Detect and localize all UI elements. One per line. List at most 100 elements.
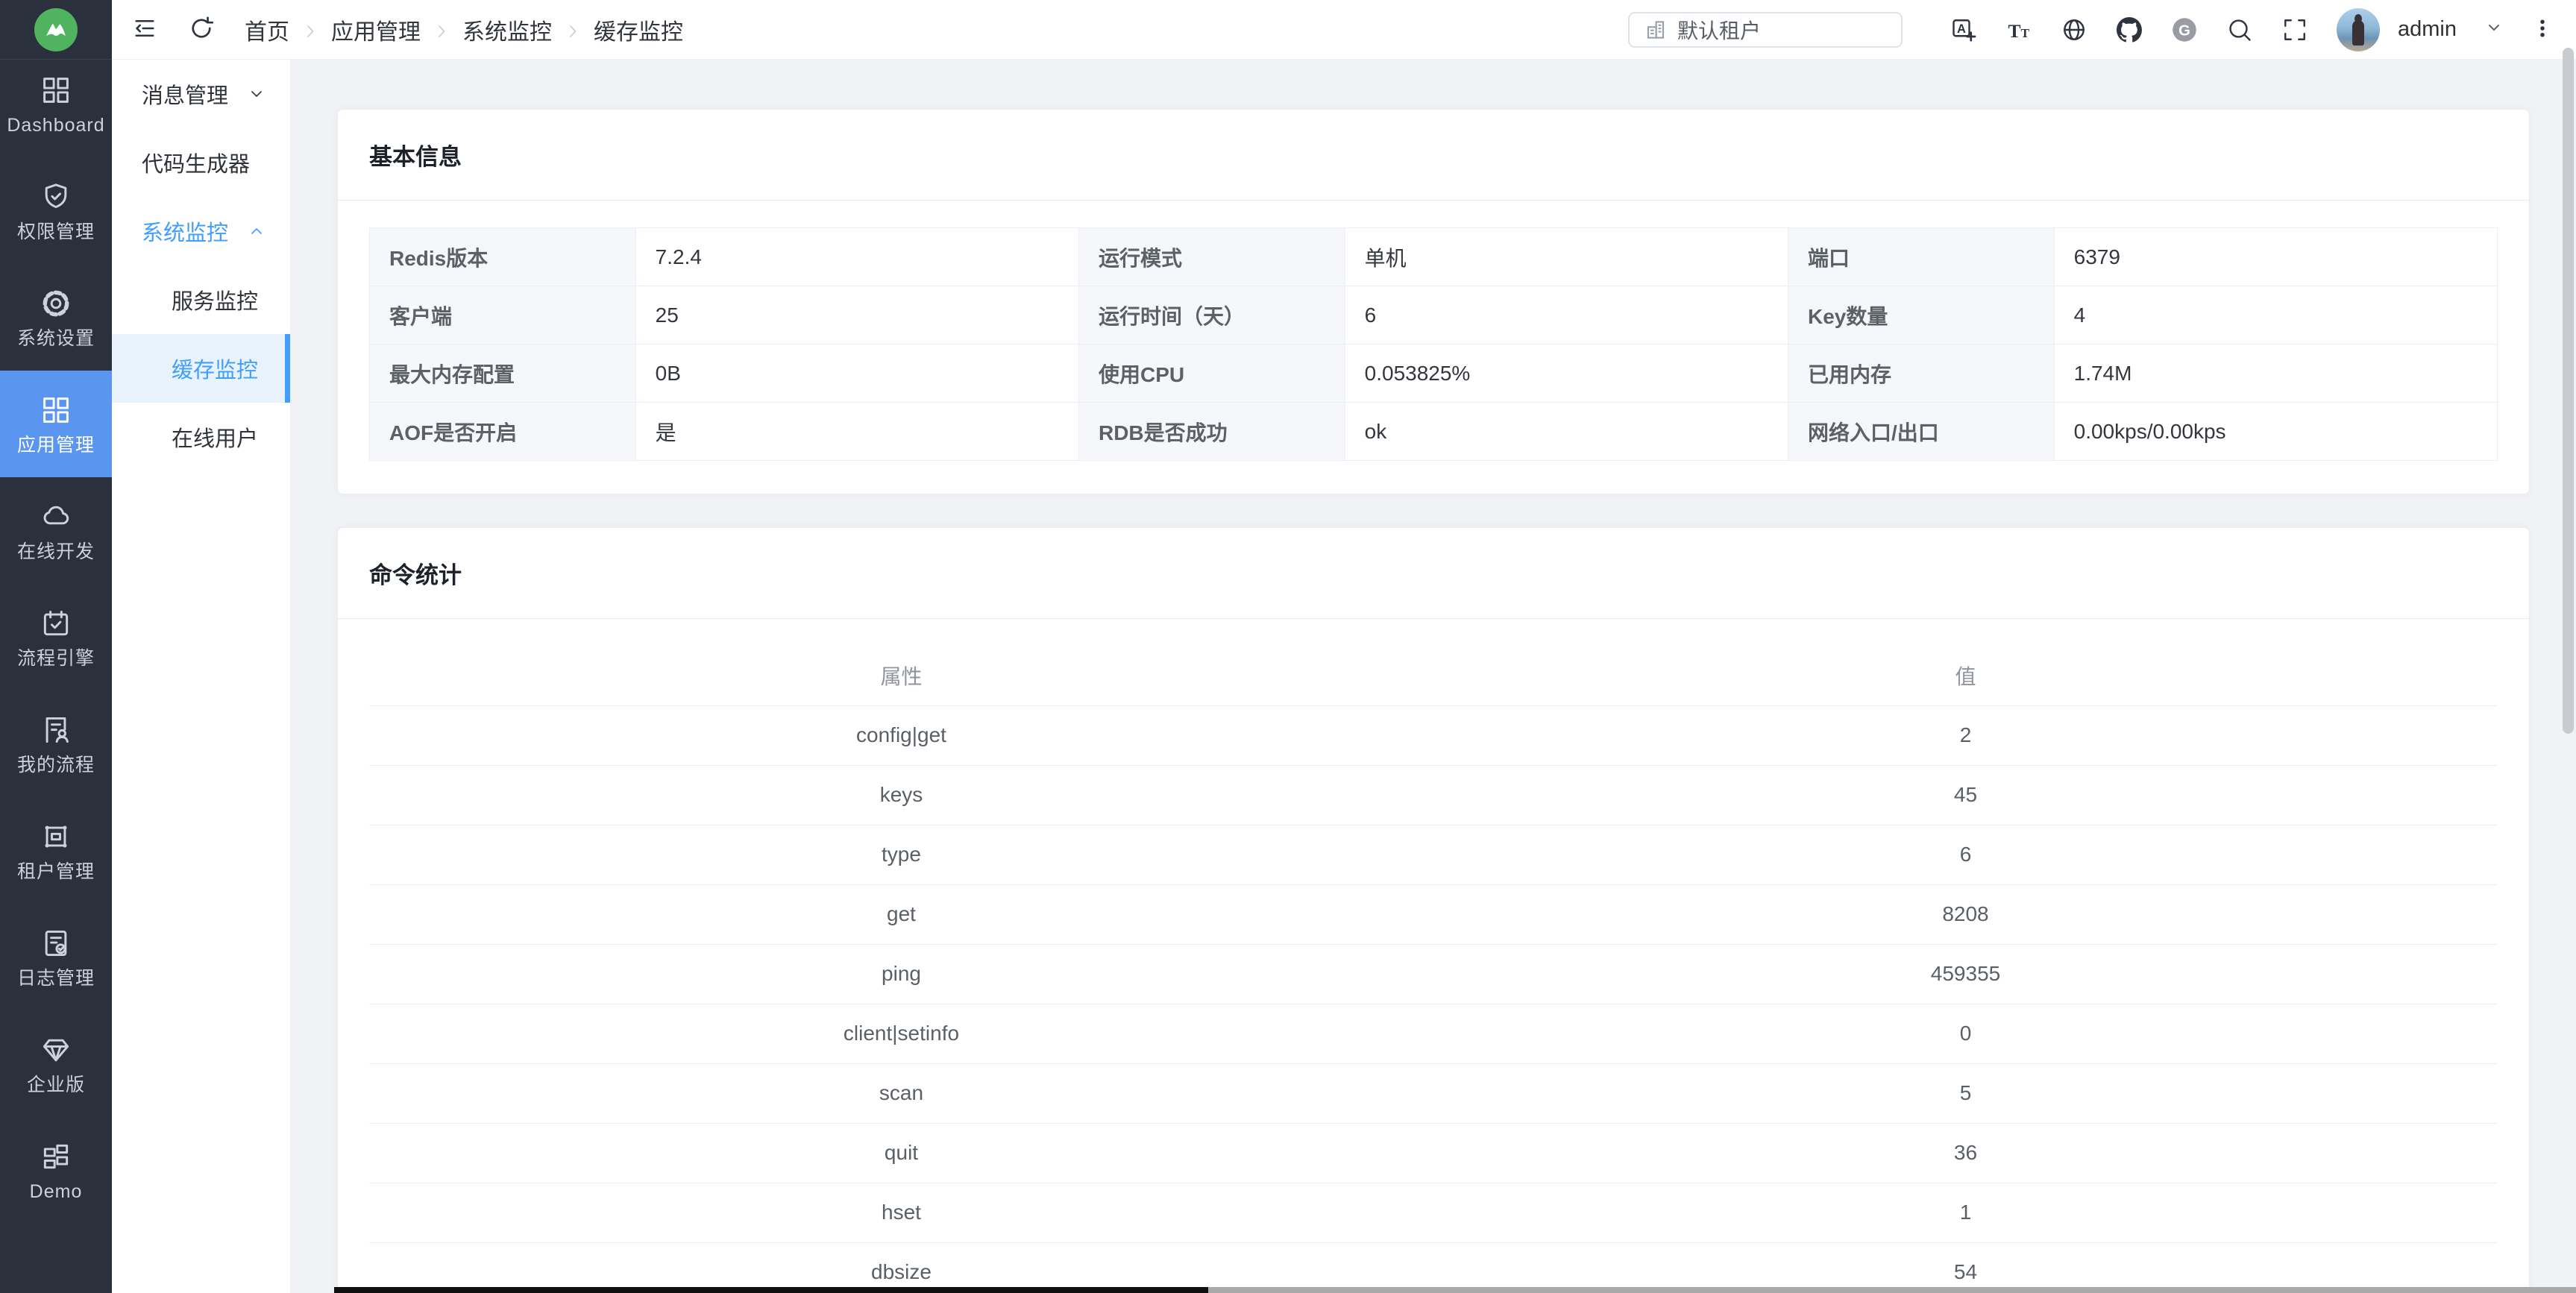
- command-name: keys: [369, 765, 1433, 825]
- search-button[interactable]: [2226, 16, 2253, 43]
- info-label: RDB是否成功: [1078, 403, 1345, 461]
- menu-item-cache-monitor[interactable]: 缓存监控: [112, 334, 290, 403]
- command-name: ping: [369, 944, 1433, 1004]
- chevron-down-icon: [248, 85, 266, 103]
- settings-kebab-button[interactable]: [2531, 17, 2554, 42]
- info-row: 最大内存配置0B使用CPU0.053825%已用内存1.74M: [370, 345, 2498, 403]
- breadcrumb-item-cache-monitor[interactable]: 缓存监控: [594, 13, 683, 46]
- command-stats-card-header: 命令统计: [338, 528, 2529, 619]
- clipboard-check-icon: [40, 927, 72, 960]
- github-button[interactable]: [2116, 16, 2143, 43]
- sidebar-item-system-settings[interactable]: 系统设置: [0, 264, 112, 371]
- vertical-scrollbar-thumb[interactable]: [2563, 48, 2574, 734]
- breadcrumb-separator-icon: [301, 21, 319, 39]
- command-row: hset1: [369, 1183, 2498, 1242]
- menu-item-service-monitor[interactable]: 服务监控: [112, 265, 290, 334]
- command-row: config|get2: [369, 705, 2498, 765]
- command-value: 2: [1433, 705, 2498, 765]
- sidebar-item-permission-management[interactable]: 权限管理: [0, 157, 112, 264]
- menu-item-code-generator[interactable]: 代码生成器: [112, 128, 290, 197]
- info-value: 4: [2054, 286, 2497, 345]
- command-row: get8208: [369, 884, 2498, 944]
- grid-alt-icon: [40, 1140, 72, 1173]
- secondary-sidebar: 消息管理代码生成器系统监控服务监控缓存监控在线用户: [112, 60, 291, 1293]
- breadcrumb-item-app-management[interactable]: 应用管理: [331, 13, 421, 46]
- menu-item-label: 缓存监控: [172, 353, 258, 384]
- sidebar-item-label: 系统设置: [17, 330, 95, 348]
- sidebar-item-label: 在线开发: [17, 543, 95, 561]
- tenant-select[interactable]: 默认租户: [1628, 12, 1903, 48]
- gitee-button[interactable]: G: [2171, 16, 2198, 43]
- frame-icon: [40, 820, 72, 853]
- command-stats-card-body: 属性 值 config|get2keys45type6get8208ping45…: [338, 619, 2529, 1293]
- command-value: 54: [1433, 1242, 2498, 1293]
- avatar[interactable]: [2337, 8, 2380, 51]
- topbar-right: 默认租户 A TT G admin: [1628, 8, 2554, 51]
- command-row: quit36: [369, 1123, 2498, 1183]
- command-value: 45: [1433, 765, 2498, 825]
- command-stats-card: 命令统计 属性 值 config|get2keys45type6get8208p…: [337, 527, 2530, 1293]
- menu-item-message-management[interactable]: 消息管理: [112, 60, 290, 128]
- info-value: 0.00kps/0.00kps: [2054, 403, 2497, 461]
- gear-icon: [40, 287, 72, 320]
- info-value: 25: [635, 286, 1078, 345]
- sidebar-item-tenant-management[interactable]: 租户管理: [0, 797, 112, 904]
- primary-sidebar: Dashboard 权限管理系统设置应用管理在线开发流程引擎我的流程租户管理日志管…: [0, 0, 112, 1293]
- breadcrumb-separator-icon: [564, 21, 582, 39]
- command-row: type6: [369, 825, 2498, 884]
- sidebar-item-label: 租户管理: [17, 863, 95, 881]
- basic-info-table: Redis版本7.2.4运行模式单机端口6379客户端25运行时间（天）6Key…: [369, 227, 2498, 461]
- cloud-icon: [40, 500, 72, 533]
- sidebar-item-label: 企业版: [27, 1076, 85, 1095]
- translate-button[interactable]: A: [1950, 16, 1977, 43]
- document-user-icon: [40, 714, 72, 746]
- menu-item-system-monitor[interactable]: 系统监控: [112, 197, 290, 265]
- info-value: 1.74M: [2054, 345, 2497, 403]
- sidebar-item-log-management[interactable]: 日志管理: [0, 904, 112, 1010]
- kebab-menu-icon: [2531, 17, 2554, 42]
- sidebar-item-workflow-engine[interactable]: 流程引擎: [0, 584, 112, 690]
- grid-icon: [40, 394, 72, 427]
- info-value: ok: [1345, 403, 1788, 461]
- command-value: 36: [1433, 1123, 2498, 1183]
- breadcrumb-item-system-monitor[interactable]: 系统监控: [462, 13, 552, 46]
- diamond-icon: [40, 1034, 72, 1066]
- logo-mountain-icon: [34, 8, 78, 51]
- fullscreen-button[interactable]: [2281, 16, 2308, 43]
- menu-item-online-users[interactable]: 在线用户: [112, 403, 290, 471]
- refresh-button[interactable]: [188, 15, 215, 44]
- command-name: scan: [369, 1063, 1433, 1123]
- sidebar-item-label: Dashboard: [7, 116, 104, 135]
- sidebar-item-label: 流程引擎: [17, 649, 95, 668]
- user-menu-toggle[interactable]: [2485, 19, 2503, 40]
- basic-info-card: 基本信息 Redis版本7.2.4运行模式单机端口6379客户端25运行时间（天…: [337, 109, 2530, 494]
- font-size-button[interactable]: TT: [2005, 16, 2032, 43]
- chevron-up-icon: [248, 222, 266, 240]
- info-value: 0B: [635, 345, 1078, 403]
- menu-item-label: 服务监控: [172, 284, 258, 315]
- command-row: dbsize54: [369, 1242, 2498, 1293]
- sidebar-item-enterprise-edition[interactable]: 企业版: [0, 1010, 112, 1117]
- sidebar-item-label: 权限管理: [17, 223, 95, 242]
- locale-button[interactable]: [2061, 16, 2087, 43]
- command-row: client|setinfo0: [369, 1004, 2498, 1063]
- user-name[interactable]: admin: [2398, 17, 2457, 42]
- sidebar-item-app-management[interactable]: 应用管理: [0, 371, 112, 477]
- command-value: 5: [1433, 1063, 2498, 1123]
- font-size-icon: TT: [2005, 16, 2032, 43]
- command-row: ping459355: [369, 944, 2498, 1004]
- command-row: keys45: [369, 765, 2498, 825]
- sidebar-item-online-dev[interactable]: 在线开发: [0, 477, 112, 584]
- sidebar-item-dashboard[interactable]: Dashboard: [0, 51, 112, 157]
- collapse-sidebar-button[interactable]: [131, 15, 158, 44]
- refresh-icon: [188, 15, 215, 44]
- sidebar-item-my-workflows[interactable]: 我的流程: [0, 690, 112, 797]
- info-value: 0.053825%: [1345, 345, 1788, 403]
- search-icon: [2226, 16, 2253, 43]
- breadcrumb-item-home[interactable]: 首页: [245, 13, 289, 46]
- info-label: 运行时间（天）: [1078, 286, 1345, 345]
- shield-check-icon: [40, 180, 72, 213]
- sidebar-item-demo[interactable]: Demo: [0, 1117, 112, 1224]
- sidebar-item-label: 我的流程: [17, 756, 95, 775]
- info-row: 客户端25运行时间（天）6Key数量4: [370, 286, 2498, 345]
